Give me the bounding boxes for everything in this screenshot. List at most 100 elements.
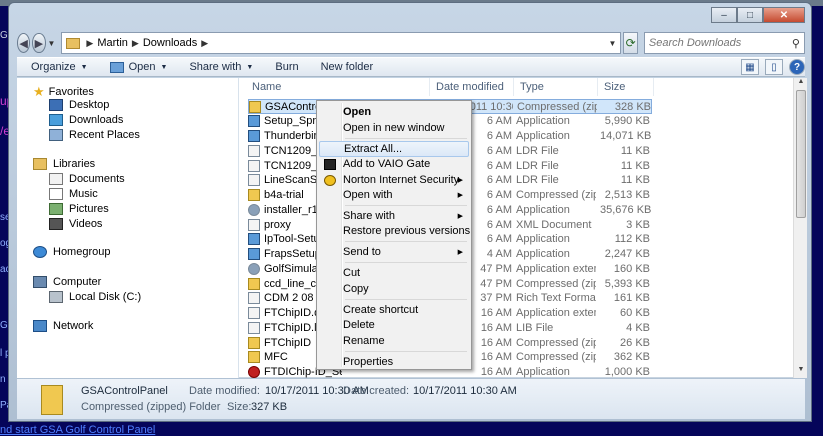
menu-item-delete[interactable]: Delete — [319, 317, 469, 333]
back-button[interactable]: ◀ — [17, 33, 31, 53]
pictures-icon — [49, 203, 63, 215]
scroll-up-icon[interactable]: ▲ — [794, 78, 807, 90]
menu-item-open[interactable]: Open — [319, 104, 469, 120]
close-button[interactable]: ✕ — [763, 7, 805, 23]
file-file-icon — [248, 321, 260, 334]
nav-homegroup[interactable]: Homegroup — [33, 246, 110, 258]
nav-label: Documents — [69, 173, 125, 185]
menu-item-open-new-window[interactable]: Open in new window — [319, 120, 469, 136]
app-file-icon — [248, 248, 260, 260]
view-icon: ▦ — [745, 61, 755, 73]
nav-computer[interactable]: Computer — [33, 276, 101, 288]
file-file-icon — [248, 174, 260, 187]
recent-pages-dropdown[interactable]: ▼ — [48, 39, 56, 48]
help-button[interactable]: ? — [789, 59, 805, 75]
file-size: 362 KB — [613, 351, 650, 364]
minimize-button[interactable]: – — [711, 7, 737, 23]
context-menu: Open Open in new window Extract All... A… — [316, 100, 472, 370]
zip-file-icon — [249, 100, 261, 113]
burn-button[interactable]: Burn — [275, 61, 298, 73]
new-folder-button[interactable]: New folder — [321, 61, 374, 73]
column-header-type[interactable]: Type — [514, 78, 598, 96]
file-size: 160 KB — [613, 262, 650, 275]
menu-item-restore[interactable]: Restore previous versions — [319, 223, 470, 239]
nav-label: Music — [69, 188, 98, 200]
menu-item-share-with[interactable]: Share with ▶ — [319, 208, 469, 224]
menu-item-copy[interactable]: Copy — [319, 281, 469, 297]
nav-documents[interactable]: Documents — [49, 173, 125, 185]
red-file-icon — [248, 366, 260, 378]
nav-network[interactable]: Network — [33, 320, 93, 332]
menu-item-create-shortcut[interactable]: Create shortcut — [319, 302, 469, 318]
share-with-button[interactable]: Share with ▼ — [189, 61, 253, 73]
file-size: 1,000 KB — [604, 366, 650, 378]
breadcrumb-separator-icon[interactable]: ▶ — [86, 38, 93, 49]
file-file-icon — [248, 307, 260, 319]
address-row: ◀ ▶ ▼ ▶ Martin ▶ Downloads ▶ ▼ ⟳ ⚲ — [17, 31, 805, 55]
forward-button[interactable]: ▶ — [32, 33, 46, 53]
breadcrumb-downloads[interactable]: Downloads — [143, 37, 197, 49]
nav-recent-places[interactable]: Recent Places — [49, 129, 140, 141]
menu-item-add-to-vaio[interactable]: Add to VAIO Gate — [319, 156, 469, 172]
maximize-button[interactable]: □ — [737, 7, 763, 23]
vertical-scrollbar[interactable]: ▲ ▼ — [793, 78, 807, 378]
file-size: 3 KB — [626, 218, 650, 231]
breadcrumb-martin[interactable]: Martin — [97, 37, 128, 49]
scroll-thumb[interactable] — [796, 90, 806, 218]
view-options-button[interactable]: ▦ — [741, 59, 759, 75]
column-header-date[interactable]: Date modified — [430, 78, 514, 96]
file-type: XML Document — [516, 218, 592, 231]
breadcrumb-separator-icon[interactable]: ▶ — [132, 38, 139, 49]
breadcrumb-separator-icon[interactable]: ▶ — [201, 38, 208, 49]
file-size: 26 KB — [620, 336, 650, 349]
nav-pictures[interactable]: Pictures — [49, 203, 109, 215]
nav-libraries[interactable]: Libraries — [33, 158, 95, 170]
file-size: 2,247 KB — [604, 248, 650, 260]
preview-pane-button[interactable]: ▯ — [765, 59, 783, 75]
address-bar[interactable]: ▶ Martin ▶ Downloads ▶ ▼ — [61, 32, 622, 54]
organize-button[interactable]: Organize ▼ — [31, 61, 88, 73]
open-button[interactable]: Open ▼ — [109, 61, 168, 73]
file-type: Application — [516, 233, 570, 246]
file-size: 161 KB — [613, 292, 650, 305]
submenu-arrow-icon: ▶ — [457, 177, 463, 184]
chevron-down-icon: ▼ — [160, 63, 168, 71]
refresh-button[interactable]: ⟳ — [623, 32, 638, 54]
nav-downloads[interactable]: Downloads — [49, 114, 123, 126]
menu-separator — [345, 241, 467, 242]
menu-item-open-with[interactable]: Open with ▶ — [319, 187, 469, 203]
background-link[interactable]: nd start GSA Golf Control Panel — [0, 424, 155, 436]
nav-favorites[interactable]: ★ Favorites — [33, 84, 94, 100]
address-dropdown-icon[interactable]: ▼ — [604, 39, 620, 48]
menu-item-norton[interactable]: Norton Internet Security ▶ — [319, 172, 469, 188]
videos-icon — [49, 218, 63, 230]
file-type: Application — [516, 203, 570, 216]
file-size: 5,990 KB — [604, 115, 650, 128]
view-controls: ▦ ▯ ? — [735, 59, 805, 75]
network-icon — [33, 320, 47, 332]
command-bar: Organize ▼ Open ▼ Share with ▼ Burn New fol… — [17, 57, 805, 77]
nav-desktop[interactable]: Desktop — [49, 99, 109, 111]
search-input[interactable] — [648, 37, 792, 49]
menu-item-extract-all[interactable]: Extract All... — [319, 141, 469, 157]
search-box[interactable]: ⚲ — [643, 32, 805, 54]
column-header-name[interactable]: Name — [246, 78, 430, 96]
file-size: 11 KB — [620, 174, 650, 187]
nav-music[interactable]: Music — [49, 188, 98, 200]
app-file-icon — [248, 233, 260, 246]
file-type: Rich Text Format — [516, 292, 596, 305]
column-header-size[interactable]: Size — [598, 78, 654, 96]
nav-local-disk[interactable]: Local Disk (C:) — [49, 291, 141, 303]
menu-item-rename[interactable]: Rename — [319, 333, 469, 349]
nav-videos[interactable]: Videos — [49, 218, 102, 230]
menu-item-send-to[interactable]: Send to ▶ — [319, 244, 469, 260]
scroll-down-icon[interactable]: ▼ — [794, 366, 807, 378]
file-type: Application — [516, 248, 570, 260]
file-type: Compressed (zipp... — [516, 277, 596, 290]
menu-item-properties[interactable]: Properties — [319, 354, 469, 370]
menu-item-cut[interactable]: Cut — [319, 265, 469, 281]
file-type: LIB File — [516, 321, 554, 334]
nav-label: Pictures — [69, 203, 109, 215]
recent-places-icon — [49, 129, 63, 141]
star-icon: ★ — [33, 84, 45, 99]
